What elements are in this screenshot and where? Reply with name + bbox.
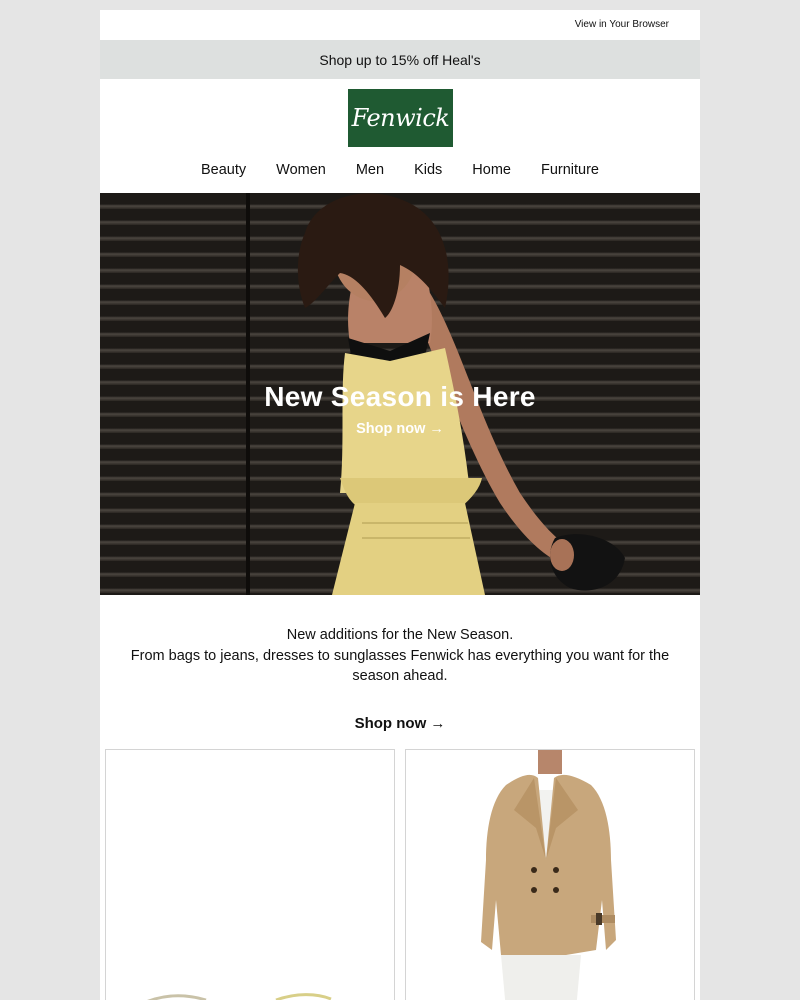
email-body: View in Your Browser Shop up to 15% off … (100, 10, 700, 1000)
product-card-trench-jacket[interactable] (405, 749, 695, 1000)
product-grid (105, 749, 695, 1000)
intro-line-1: New additions for the New Season. (286, 627, 514, 643)
intro-line-2: From bags to jeans, dresses to sunglasse… (130, 647, 670, 685)
logo-area: Fenwick (100, 79, 700, 147)
nav-item-kids[interactable]: Kids (414, 162, 442, 178)
nav-item-beauty[interactable]: Beauty (201, 162, 246, 178)
hero-banner[interactable]: New Season is Here Shop now → (100, 193, 700, 595)
view-in-browser-link[interactable]: View in Your Browser (575, 19, 669, 30)
promo-text: Shop up to 15% off Heal's (319, 51, 481, 68)
intro-copy: New additions for the New Season. From b… (100, 595, 700, 687)
promo-banner[interactable]: Shop up to 15% off Heal's (100, 40, 700, 79)
top-bar: View in Your Browser (100, 10, 700, 40)
fenwick-logo[interactable]: Fenwick (348, 89, 453, 147)
shop-now-link[interactable]: Shop now → (100, 715, 700, 732)
nav-item-furniture[interactable]: Furniture (541, 162, 599, 178)
sunglasses-product-image (147, 993, 332, 1000)
trench-jacket-product-image (481, 750, 616, 1000)
hero-title: New Season is Here (264, 381, 536, 412)
logo-text: Fenwick (351, 104, 450, 132)
main-nav: Beauty Women Men Kids Home Furniture (100, 147, 700, 193)
nav-item-women[interactable]: Women (276, 162, 326, 178)
nav-item-home[interactable]: Home (472, 162, 511, 178)
nav-item-men[interactable]: Men (356, 162, 384, 178)
hero-shop-now-link[interactable]: Shop now → (100, 421, 700, 437)
product-card-sunglasses[interactable] (105, 749, 395, 1000)
